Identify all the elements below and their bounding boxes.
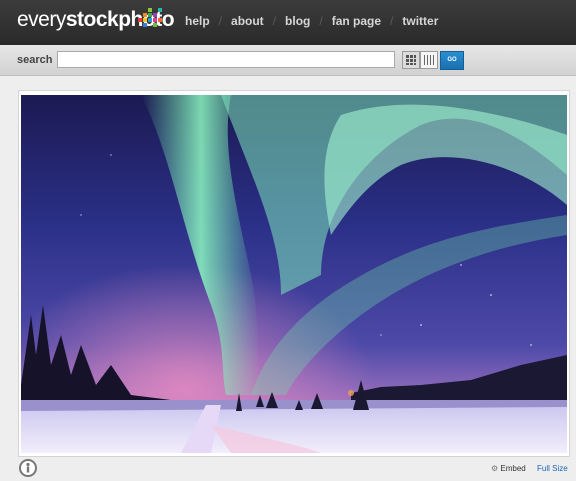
nav-separator: / (390, 14, 394, 28)
nav-help[interactable]: help (185, 14, 210, 28)
search-bar: search GO (0, 45, 576, 76)
gear-icon: ⚙ (491, 464, 499, 473)
top-bar: everystockphoto help / about / blog / fan page… (0, 0, 576, 45)
full-size-link[interactable]: Full Size (537, 464, 568, 473)
grid-view-button[interactable] (402, 51, 420, 69)
search-input[interactable] (57, 51, 395, 68)
nav-about[interactable]: about (231, 14, 264, 28)
embed-button[interactable]: ⚙ Embed (491, 464, 526, 473)
top-nav: help / about / blog / fan page / twitter (185, 14, 438, 28)
nav-separator: / (272, 14, 277, 28)
person-info-icon (26, 462, 30, 473)
nav-separator: / (319, 14, 323, 28)
grid-view-icon (406, 55, 416, 65)
nav-blog[interactable]: blog (285, 14, 310, 28)
photo-frame (18, 90, 570, 457)
logo-grid-icon (138, 6, 166, 28)
embed-label: Embed (500, 464, 526, 473)
list-view-button[interactable] (420, 51, 438, 69)
logo-text-every: every (17, 8, 66, 31)
search-label: search (17, 54, 53, 66)
go-button[interactable]: GO (440, 51, 464, 70)
columns-view-icon (424, 55, 434, 65)
info-icon[interactable] (19, 459, 37, 477)
nav-twitter[interactable]: twitter (402, 14, 438, 28)
nav-separator: / (218, 14, 223, 28)
nav-fan-page[interactable]: fan page (332, 14, 381, 28)
aurora-photo[interactable] (21, 95, 567, 453)
